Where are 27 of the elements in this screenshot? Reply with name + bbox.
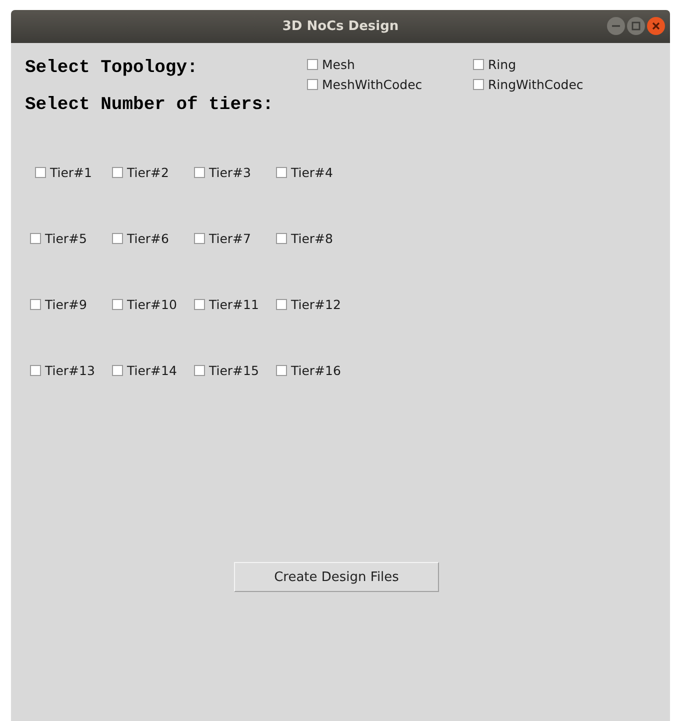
topology-checkbox[interactable]: Ring [473, 57, 584, 72]
topology-checkbox[interactable]: Mesh [307, 57, 473, 72]
tier-checkbox[interactable]: Tier#7 [194, 231, 276, 246]
tier-checkbox[interactable]: Tier#16 [276, 363, 358, 378]
topology-label: Select Topology: [25, 58, 199, 78]
tier-checkbox[interactable]: Tier#3 [194, 165, 276, 180]
topology-checkbox[interactable]: RingWithCodec [473, 77, 584, 92]
minimize-icon[interactable] [607, 17, 625, 35]
tier-checkbox[interactable]: Tier#11 [194, 297, 276, 312]
tiers-label: Select Number of tiers: [25, 95, 274, 115]
tier-checkbox[interactable]: Tier#6 [112, 231, 194, 246]
tier-checkbox[interactable]: Tier#2 [112, 165, 194, 180]
tier-checkbox[interactable]: Tier#12 [276, 297, 358, 312]
tier-checkbox[interactable]: Tier#10 [112, 297, 194, 312]
tier-checkbox[interactable]: Tier#4 [276, 165, 358, 180]
tier-checkbox[interactable]: Tier#1 [35, 165, 112, 180]
tier-checkbox[interactable]: Tier#9 [30, 297, 112, 312]
tier-checkbox[interactable]: Tier#13 [30, 363, 112, 378]
tier-checkbox[interactable]: Tier#14 [112, 363, 194, 378]
tier-checkbox[interactable]: Tier#8 [276, 231, 358, 246]
topology-checkbox[interactable]: MeshWithCodec [307, 77, 473, 92]
maximize-icon[interactable] [627, 17, 645, 35]
tier-checkbox[interactable]: Tier#15 [194, 363, 276, 378]
window-title: 3D NoCs Design [282, 19, 399, 34]
create-design-files-button[interactable]: Create Design Files [234, 562, 439, 592]
close-icon[interactable] [647, 17, 665, 35]
tier-checkbox[interactable]: Tier#5 [30, 231, 112, 246]
